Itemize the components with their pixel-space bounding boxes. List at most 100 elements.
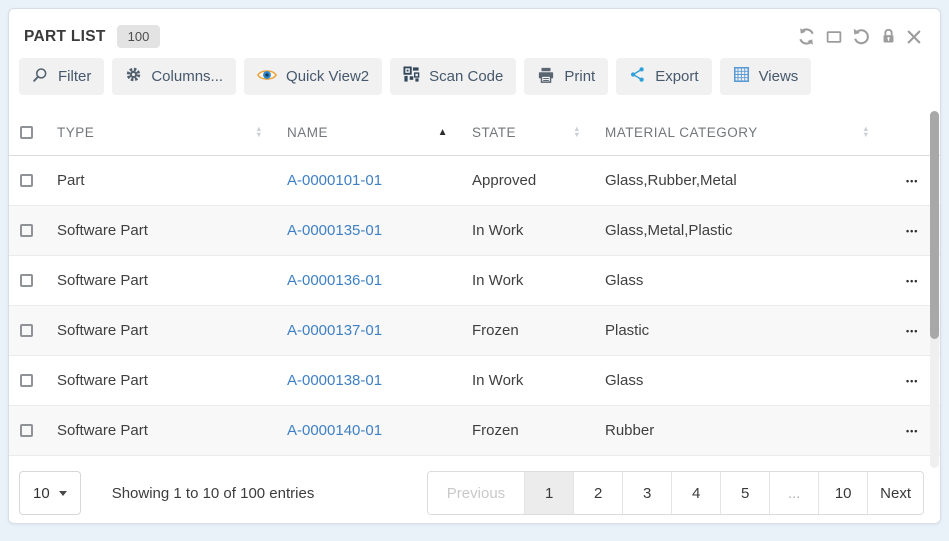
row-checkbox[interactable] <box>20 324 33 337</box>
parts-table: TYPE ▲▼ NAME ▲ STATE ▲▼ MATERIAL CATEGOR… <box>9 109 940 456</box>
cell-material-category: Glass <box>605 272 884 289</box>
table-grid-icon <box>733 66 750 87</box>
sort-icon: ▲▼ <box>255 126 263 139</box>
search-icon <box>32 66 49 87</box>
views-button[interactable]: Views <box>720 58 812 95</box>
cell-material-category: Glass,Metal,Plastic <box>605 222 884 239</box>
row-actions-menu-icon[interactable]: ••• <box>906 326 918 336</box>
row-actions-menu-icon[interactable]: ••• <box>906 226 918 236</box>
column-header-type[interactable]: TYPE ▲▼ <box>57 109 287 155</box>
column-header-name[interactable]: NAME ▲ <box>287 109 472 155</box>
row-checkbox[interactable] <box>20 174 33 187</box>
scan-code-button[interactable]: Scan Code <box>390 58 516 95</box>
cell-state: In Work <box>472 372 605 389</box>
table-row: Software Part A-0000138-01 In Work Glass… <box>9 356 940 406</box>
window-controls <box>797 27 922 46</box>
table-row: Software Part A-0000136-01 In Work Glass… <box>9 256 940 306</box>
maximize-icon[interactable] <box>825 28 843 46</box>
export-button[interactable]: Export <box>616 58 711 95</box>
cell-type: Software Part <box>57 222 287 239</box>
showing-entries-text: Showing 1 to 10 of 100 entries <box>112 485 315 502</box>
select-all-checkbox[interactable] <box>20 126 33 139</box>
column-label: MATERIAL CATEGORY <box>605 125 758 140</box>
row-actions-menu-icon[interactable]: ••• <box>906 276 918 286</box>
panel-header: PART LIST 100 <box>9 9 940 58</box>
row-actions-menu-icon[interactable]: ••• <box>906 426 918 436</box>
toolbar: Filter Columns... Quick View2 Scan Code … <box>9 58 940 95</box>
column-header-state[interactable]: STATE ▲▼ <box>472 109 605 155</box>
cell-material-category: Glass,Rubber,Metal <box>605 172 884 189</box>
next-page-button[interactable]: Next <box>867 472 923 514</box>
column-header-material-category[interactable]: MATERIAL CATEGORY ▲▼ <box>605 109 884 155</box>
button-label: Columns... <box>151 68 223 85</box>
cell-state: In Work <box>472 272 605 289</box>
cell-type: Software Part <box>57 272 287 289</box>
page-button[interactable]: 2 <box>573 472 622 514</box>
lock-icon[interactable] <box>880 28 897 45</box>
vertical-scrollbar[interactable] <box>930 111 939 468</box>
part-name-link[interactable]: A-0000135-01 <box>287 222 382 239</box>
eye-icon <box>257 68 277 86</box>
cell-material-category: Rubber <box>605 422 884 439</box>
column-label: STATE <box>472 125 516 140</box>
table-body: Part A-0000101-01 Approved Glass,Rubber,… <box>9 156 940 456</box>
page-size-value: 10 <box>33 485 50 502</box>
page-button[interactable]: 5 <box>720 472 769 514</box>
button-label: Print <box>564 68 595 85</box>
columns-button[interactable]: Columns... <box>112 58 236 95</box>
button-label: Scan Code <box>429 68 503 85</box>
row-actions-menu-icon[interactable]: ••• <box>906 376 918 386</box>
quick-view-button[interactable]: Quick View2 <box>244 58 382 95</box>
column-label: TYPE <box>57 125 94 140</box>
row-checkbox[interactable] <box>20 424 33 437</box>
panel-title: PART LIST <box>24 28 106 46</box>
cell-state: Approved <box>472 172 605 189</box>
table-row: Software Part A-0000137-01 Frozen Plasti… <box>9 306 940 356</box>
part-name-link[interactable]: A-0000101-01 <box>287 172 382 189</box>
count-badge: 100 <box>117 25 161 48</box>
part-name-link[interactable]: A-0000140-01 <box>287 422 382 439</box>
scrollbar-thumb[interactable] <box>930 111 939 339</box>
part-list-panel: PART LIST 100 Filter <box>8 8 941 524</box>
row-checkbox[interactable] <box>20 274 33 287</box>
page-button[interactable]: 4 <box>671 472 720 514</box>
page-ellipsis: ... <box>769 472 818 514</box>
table-footer: 10 Showing 1 to 10 of 100 entries Previo… <box>9 470 940 516</box>
page-button[interactable]: 1 <box>524 472 573 514</box>
table-row: Part A-0000101-01 Approved Glass,Rubber,… <box>9 156 940 206</box>
part-name-link[interactable]: A-0000136-01 <box>287 272 382 289</box>
cell-type: Software Part <box>57 322 287 339</box>
button-label: Quick View2 <box>286 68 369 85</box>
table-header-row: TYPE ▲▼ NAME ▲ STATE ▲▼ MATERIAL CATEGOR… <box>9 109 940 156</box>
cell-type: Software Part <box>57 372 287 389</box>
cell-type: Part <box>57 172 287 189</box>
sort-icon: ▲▼ <box>862 126 870 139</box>
filter-button[interactable]: Filter <box>19 58 104 95</box>
part-name-link[interactable]: A-0000137-01 <box>287 322 382 339</box>
page-button[interactable]: 3 <box>622 472 671 514</box>
refresh-icon[interactable] <box>797 27 816 46</box>
close-icon[interactable] <box>906 29 922 45</box>
cell-state: Frozen <box>472 422 605 439</box>
row-checkbox[interactable] <box>20 374 33 387</box>
undo-icon[interactable] <box>852 27 871 46</box>
part-name-link[interactable]: A-0000138-01 <box>287 372 382 389</box>
row-checkbox[interactable] <box>20 224 33 237</box>
cell-state: Frozen <box>472 322 605 339</box>
column-label: NAME <box>287 125 328 140</box>
page-size-select[interactable]: 10 <box>19 471 81 515</box>
row-actions-menu-icon[interactable]: ••• <box>906 176 918 186</box>
button-label: Views <box>759 68 799 85</box>
cell-type: Software Part <box>57 422 287 439</box>
previous-page-button[interactable]: Previous <box>428 472 524 514</box>
qr-code-icon <box>403 66 420 87</box>
print-button[interactable]: Print <box>524 58 608 95</box>
page-button[interactable]: 10 <box>818 472 867 514</box>
share-icon <box>629 66 646 87</box>
table-row: Software Part A-0000135-01 In Work Glass… <box>9 206 940 256</box>
cell-material-category: Glass <box>605 372 884 389</box>
table-row: Software Part A-0000140-01 Frozen Rubber… <box>9 406 940 456</box>
cell-state: In Work <box>472 222 605 239</box>
sort-asc-icon: ▲ <box>438 127 448 138</box>
button-label: Filter <box>58 68 91 85</box>
